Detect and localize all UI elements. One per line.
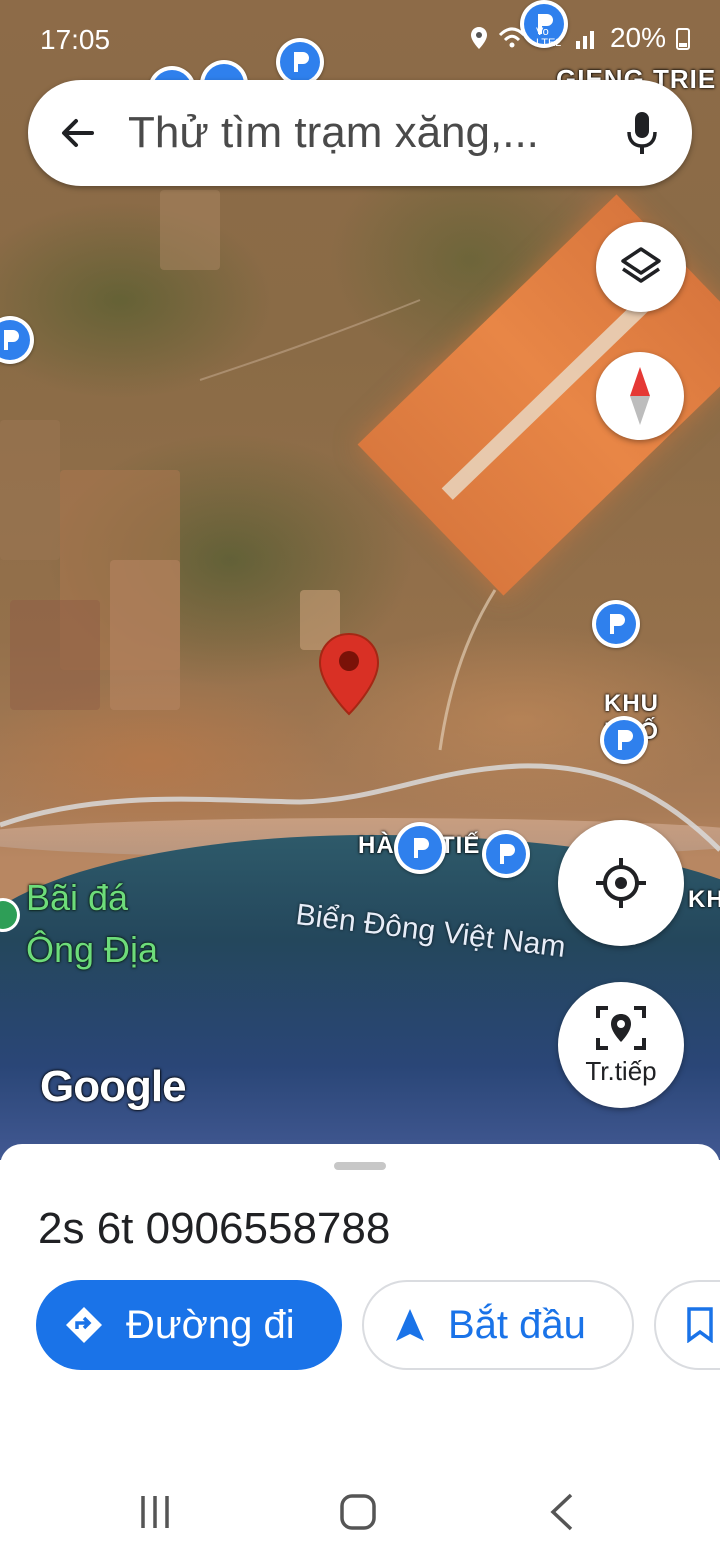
live-view-icon xyxy=(596,1005,646,1050)
park-poi-label[interactable]: Bãi đá Ông Địa xyxy=(26,872,158,976)
parking-poi-marker[interactable] xyxy=(482,830,530,878)
recent-apps-icon xyxy=(141,1496,169,1528)
signal-icon xyxy=(575,31,594,49)
layers-icon xyxy=(621,247,661,283)
battery-percent: 20% xyxy=(609,22,666,53)
start-button[interactable]: Bắt đầu xyxy=(362,1280,634,1370)
live-view-label: Tr.tiếp xyxy=(585,1055,657,1086)
parking-poi-marker[interactable] xyxy=(600,716,648,764)
directions-icon xyxy=(66,1307,102,1343)
recent-apps-button[interactable] xyxy=(130,1488,180,1536)
search-input[interactable]: Thử tìm trạm xăng,... xyxy=(128,108,592,158)
status-bar: 17:05 Vo LTE2 20% xyxy=(0,0,720,72)
drag-handle[interactable] xyxy=(334,1162,386,1170)
park-label-line1: Bãi đá xyxy=(26,877,129,918)
map-label-ham-tien-1: HÀ xyxy=(358,832,395,859)
directions-button[interactable]: Đường đi xyxy=(36,1280,342,1370)
navigation-arrow-icon xyxy=(396,1309,424,1341)
start-label: Bắt đầu xyxy=(448,1302,586,1347)
park-label-line2: Ông Địa xyxy=(26,929,159,970)
location-status-icon xyxy=(470,27,487,49)
screen: GIENG TRIE KHU PHỐ HÀ TIẾ KH Bãi đá Ông … xyxy=(0,0,720,1560)
place-title: 2s 6t 0906558788 xyxy=(38,1204,391,1253)
back-nav-button[interactable] xyxy=(536,1488,586,1536)
home-icon xyxy=(340,1494,376,1530)
compass-button[interactable] xyxy=(596,352,684,440)
my-location-button[interactable] xyxy=(558,820,684,946)
battery-icon xyxy=(676,28,690,50)
search-bar[interactable]: Thử tìm trạm xăng,... xyxy=(28,80,692,186)
layers-button[interactable] xyxy=(596,222,686,312)
status-time: 17:05 xyxy=(40,24,111,55)
status-icons: Vo LTE2 20% xyxy=(470,22,690,54)
map-label-ham-tien-2: TIẾ xyxy=(440,832,481,859)
parking-poi-marker[interactable] xyxy=(592,600,640,648)
back-button[interactable] xyxy=(28,80,128,186)
save-button[interactable] xyxy=(654,1280,720,1370)
network-label: Vo LTE2 xyxy=(535,26,562,49)
microphone-icon xyxy=(627,112,657,154)
parking-poi-marker[interactable] xyxy=(394,822,446,874)
crosshair-icon xyxy=(596,858,646,908)
live-view-button[interactable]: Tr.tiếp xyxy=(558,982,684,1108)
location-pin-icon[interactable] xyxy=(318,632,380,721)
home-button[interactable] xyxy=(332,1488,384,1536)
compass-icon xyxy=(630,367,650,425)
map-label-right-edge: KH xyxy=(688,886,720,913)
bookmark-icon xyxy=(687,1307,713,1343)
directions-label: Đường đi xyxy=(126,1302,295,1347)
voice-search-button[interactable] xyxy=(592,80,692,186)
chevron-left-icon xyxy=(550,1493,573,1531)
google-logo: Google xyxy=(40,1062,187,1111)
wifi-icon xyxy=(498,27,526,48)
system-nav-bar xyxy=(0,1460,720,1560)
arrow-left-icon xyxy=(62,119,94,147)
